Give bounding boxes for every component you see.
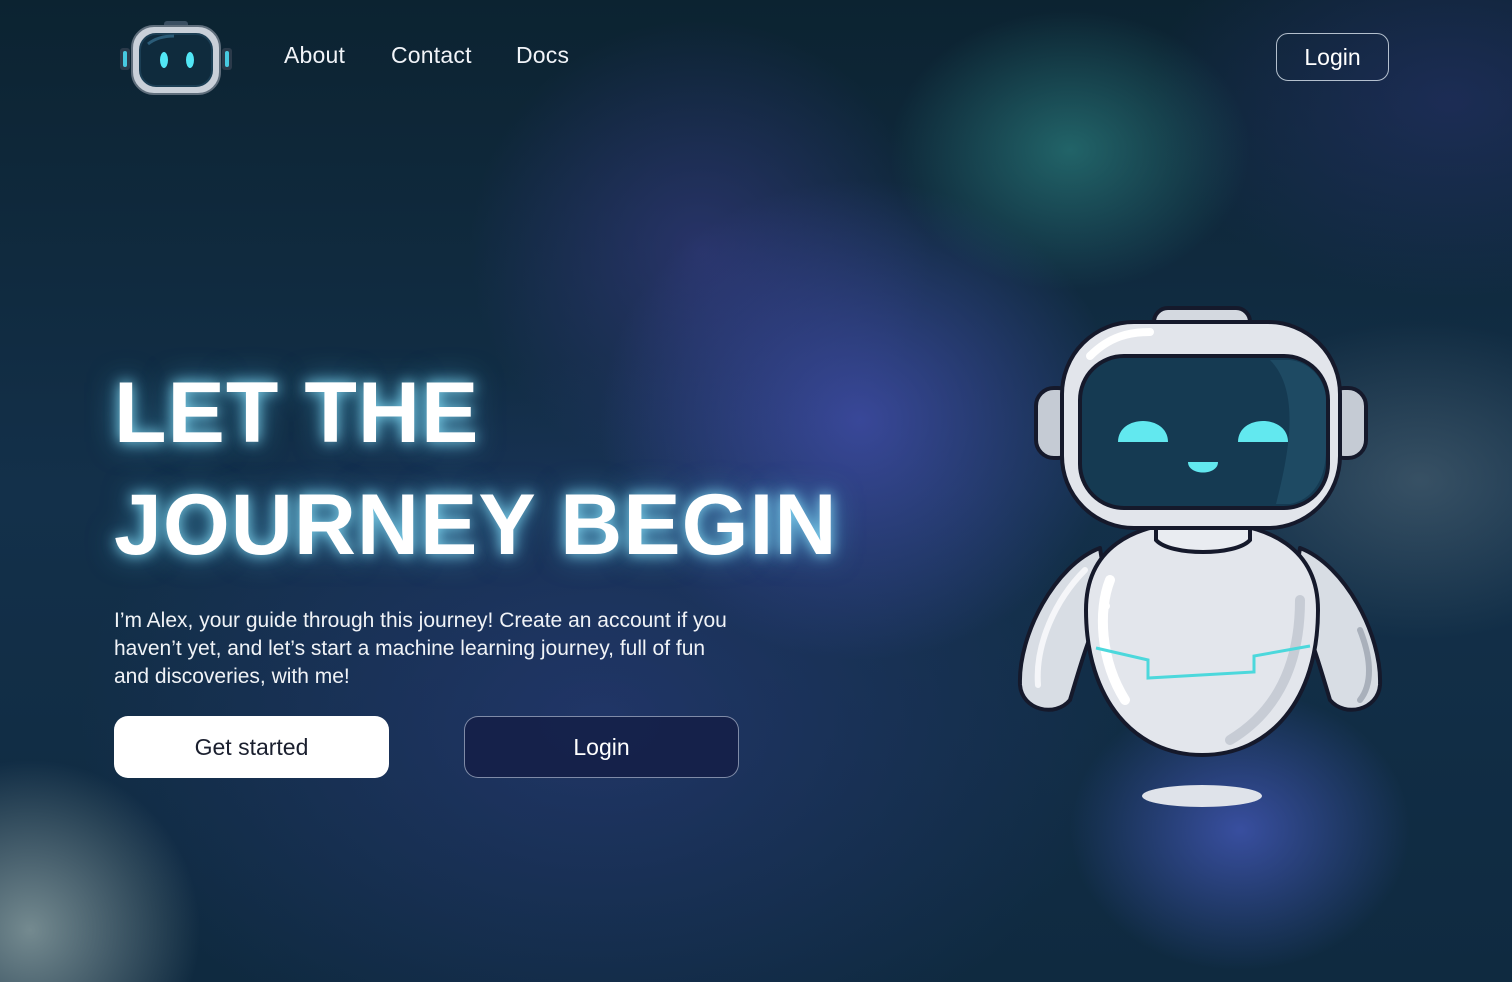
nav-link-contact[interactable]: Contact [391, 42, 472, 69]
hero-description: I’m Alex, your guide through this journe… [114, 609, 727, 688]
hero-login-button[interactable]: Login [464, 716, 739, 778]
robot-mascot-icon [1017, 306, 1383, 807]
logo-robot-icon[interactable] [118, 20, 234, 98]
nav-link-docs[interactable]: Docs [516, 42, 569, 69]
hero-title-line2: JOURNEY BEGIN [114, 477, 838, 573]
hero-title-line1: LET THE [114, 365, 480, 461]
get-started-button[interactable]: Get started [114, 716, 389, 778]
hero-title: LET THE JOURNEY BEGIN [114, 357, 837, 581]
nav-login-button[interactable]: Login [1276, 33, 1389, 81]
nav-link-about[interactable]: About [284, 42, 345, 69]
